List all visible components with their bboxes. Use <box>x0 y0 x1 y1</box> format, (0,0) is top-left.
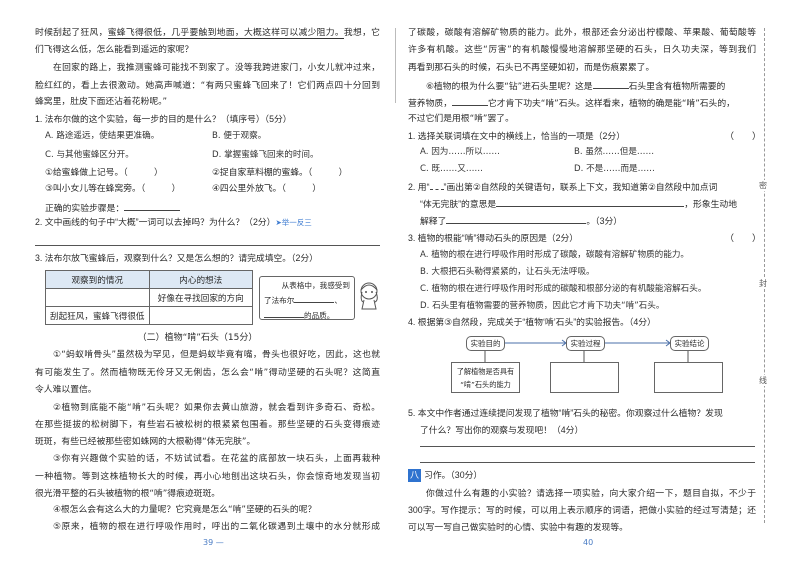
answer-line[interactable] <box>420 462 755 463</box>
page-number: 40 <box>583 538 594 547</box>
conclusion-answer-box[interactable] <box>654 362 723 393</box>
writing-line: 300字。写作提示：写的时候，可以用上表示顺序的词语，把做小实验的经过写清楚；还 <box>408 505 756 515</box>
seal-char: 封 <box>759 278 767 289</box>
writing-line: 你做过什么有趣的小实验？请选择一项实验，向大家介绍一下，题目自拟，不少于 <box>426 488 756 498</box>
process-answer-box[interactable] <box>550 362 619 393</box>
answer-line[interactable] <box>420 446 755 447</box>
writing-line: 可以写一写自己做实验时的心情、实验中有趣的发现等。 <box>408 522 628 532</box>
purpose-box: 了解植物是否具有 “啃”石头的能力 <box>451 362 520 393</box>
label-purpose: 实验目的 <box>466 336 505 351</box>
text: 了解植物是否具有 <box>456 367 515 376</box>
seal-char: 密 <box>759 180 767 191</box>
writing-title: 习作。（30分） <box>424 470 483 480</box>
writing-heading: 八习作。（30分） <box>408 468 482 483</box>
question-5-line: 了什么？写出你的观察与发现吧！（4分） <box>420 425 584 435</box>
seal-line <box>764 28 765 523</box>
label-conclusion: 实验结论 <box>670 336 709 351</box>
flow-connectors <box>484 339 689 362</box>
text: “啃”石头的能力 <box>460 380 511 389</box>
section-badge: 八 <box>408 469 422 482</box>
label-process: 实验过程 <box>566 336 605 351</box>
question-5: 5. 本文中作者通过连续提问发现了植物“啃”石头的秘密。你观察过什么植物？发现 <box>408 408 723 418</box>
seal-char: 线 <box>759 375 767 386</box>
